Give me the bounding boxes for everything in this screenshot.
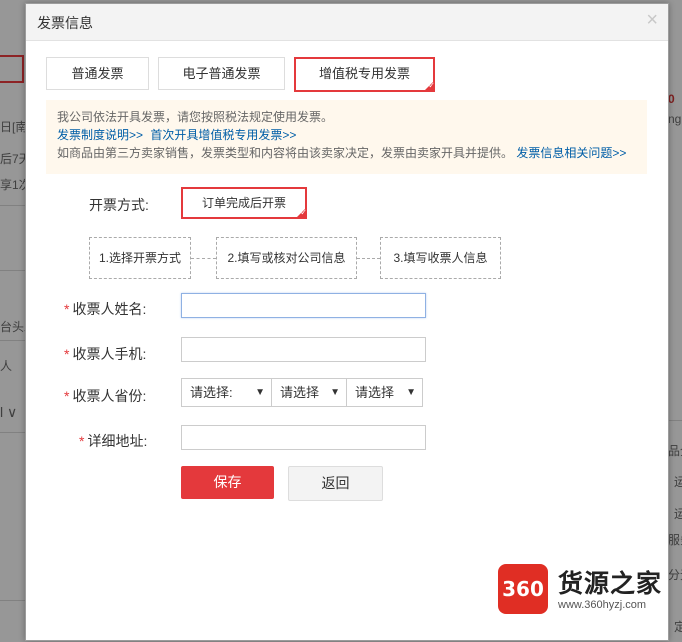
notice-line: 我公司依法开具发票，请您按照税法规定使用发票。 (57, 110, 334, 124)
tab-electronic-invoice[interactable]: 电子普通发票 (158, 57, 285, 90)
back-button[interactable]: 返回 (288, 466, 383, 501)
step-connector (191, 258, 216, 259)
notice-links: 发票制度说明>> 首次开具增值税专用发票>> (57, 126, 647, 144)
invoice-method-option[interactable]: 订单完成后开票 (181, 187, 307, 219)
select-value: 请选择: (190, 385, 233, 400)
tab-vat-special-invoice[interactable]: 增值税专用发票 (294, 57, 435, 92)
dropdown-arrow-icon: ▼ (255, 387, 265, 398)
notice-third-party-text: 如商品由第三方卖家销售，发票类型和内容将由该卖家决定，发票由卖家开具并提供。 (57, 146, 514, 160)
recipient-phone-label: * 收票人手机: (64, 344, 146, 364)
tab-normal-invoice[interactable]: 普通发票 (46, 57, 149, 90)
site-watermark: 360 货源之家 www.360hyzj.com (498, 562, 678, 618)
select-value: 请选择 (280, 385, 320, 400)
check-corner-icon (423, 80, 435, 92)
step-connector (357, 258, 380, 259)
recipient-province-label: * 收票人省份: (64, 386, 146, 406)
tab-label: 电子普通发票 (182, 66, 261, 81)
select-value: 请选择 (355, 385, 395, 400)
invoice-faq-link[interactable]: 发票信息相关问题>> (516, 146, 626, 160)
label-text: 详细地址: (87, 433, 148, 449)
invoice-notice: 我公司依法开具发票，请您按照税法规定使用发票。 发票制度说明>> 首次开具增值税… (46, 100, 647, 174)
label-text: 收票人姓名: (72, 301, 147, 317)
invoice-method-value: 订单完成后开票 (201, 196, 286, 210)
city-select[interactable]: 请选择 ▼ (271, 378, 347, 407)
close-icon[interactable]: × (646, 10, 658, 30)
step-2: 2.填写或核对公司信息 (216, 237, 357, 279)
notice-line: 如商品由第三方卖家销售，发票类型和内容将由该卖家决定，发票由卖家开具并提供。 发… (57, 144, 647, 162)
save-button[interactable]: 保存 (181, 466, 274, 499)
invoice-dialog: 发票信息 × 普通发票 电子普通发票 增值税专用发票 我公司依法开具发票，请您按… (25, 3, 669, 641)
invoice-policy-link[interactable]: 发票制度说明>> (57, 128, 143, 142)
required-mark: * (79, 433, 85, 449)
step-1: 1.选择开票方式 (89, 237, 191, 279)
recipient-name-label: * 收票人姓名: (64, 299, 146, 319)
recipient-name-input[interactable] (181, 293, 426, 318)
recipient-phone-input[interactable] (181, 337, 426, 362)
address-label: * 详细地址: (79, 431, 147, 451)
invoice-method-label: 开票方式: (89, 197, 149, 213)
label-text: 收票人省份: (72, 388, 147, 404)
watermark-logo: 360 (498, 564, 548, 614)
address-input[interactable] (181, 425, 426, 450)
step-3: 3.填写收票人信息 (380, 237, 501, 279)
check-corner-icon (295, 207, 307, 219)
dialog-title: 发票信息 (37, 15, 93, 31)
first-vat-invoice-link[interactable]: 首次开具增值税专用发票>> (150, 128, 296, 142)
watermark-name: 货源之家 (558, 570, 663, 598)
district-select[interactable]: 请选择 ▼ (346, 378, 423, 407)
dialog-header: 发票信息 × (26, 4, 668, 41)
required-mark: * (64, 346, 70, 362)
watermark-url: www.360hyzj.com (558, 599, 647, 611)
dropdown-arrow-icon: ▼ (330, 387, 340, 398)
label-text: 收票人手机: (72, 346, 147, 362)
dropdown-arrow-icon: ▼ (406, 387, 416, 398)
required-mark: * (64, 388, 70, 404)
required-mark: * (64, 301, 70, 317)
tab-label: 普通发票 (71, 66, 124, 81)
province-select[interactable]: 请选择: ▼ (181, 378, 272, 407)
tab-label: 增值税专用发票 (318, 66, 410, 81)
